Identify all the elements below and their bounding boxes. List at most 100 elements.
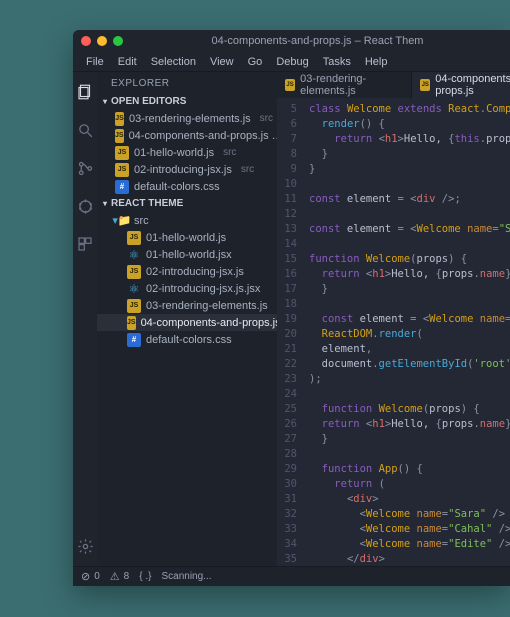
- menu-edit[interactable]: Edit: [111, 54, 144, 70]
- code-body[interactable]: class Welcome extends React.Component { …: [303, 98, 510, 566]
- search-activity-icon[interactable]: [73, 118, 97, 142]
- explorer-activity-icon[interactable]: [73, 80, 97, 104]
- open-editor-item[interactable]: JS04-components-and-props.js …: [97, 127, 277, 144]
- code-line[interactable]: [309, 237, 510, 252]
- file-label: 01-hello-world.jsx: [146, 249, 232, 261]
- line-number: 26: [277, 417, 297, 432]
- menu-file[interactable]: File: [79, 54, 111, 70]
- line-number: 18: [277, 297, 297, 312]
- menu-debug[interactable]: Debug: [269, 54, 315, 70]
- file-item[interactable]: ⚛01-hello-world.jsx: [97, 246, 277, 263]
- code-line[interactable]: [309, 447, 510, 462]
- code-line[interactable]: function Welcome(props) {: [309, 252, 510, 267]
- error-count[interactable]: 0: [94, 571, 100, 582]
- code-line[interactable]: return <h1>Hello, {this.props.name}</h: [309, 132, 510, 147]
- code-line[interactable]: ReactDOM.render(: [309, 327, 510, 342]
- editor-tab[interactable]: JS04-components-and-props.js×: [412, 72, 510, 98]
- open-editors-label: OPEN EDITORS: [111, 96, 186, 107]
- code-line[interactable]: const element = <Welcome name="Sara" />;: [309, 312, 510, 327]
- file-label: default-colors.css: [134, 181, 220, 193]
- minimize-window-button[interactable]: [97, 36, 107, 46]
- settings-gear-icon[interactable]: [73, 534, 97, 558]
- code-line[interactable]: class Welcome extends React.Component {: [309, 102, 510, 117]
- error-icon[interactable]: ⊘: [81, 570, 90, 583]
- code-line[interactable]: return (: [309, 477, 510, 492]
- file-item[interactable]: JS 03-rendering-elements.js: [97, 297, 277, 314]
- code-line[interactable]: [309, 177, 510, 192]
- code-line[interactable]: function App() {: [309, 462, 510, 477]
- file-item[interactable]: JS 01-hello-world.js: [97, 229, 277, 246]
- code-line[interactable]: <Welcome name="Edite" />: [309, 537, 510, 552]
- close-window-button[interactable]: [81, 36, 91, 46]
- extensions-activity-icon[interactable]: [73, 232, 97, 256]
- file-item[interactable]: #default-colors.css: [97, 331, 277, 348]
- braces-indicator[interactable]: { .}: [139, 571, 151, 582]
- menu-go[interactable]: Go: [241, 54, 270, 70]
- activity-bar: [73, 72, 97, 566]
- jsx-file-icon: ⚛: [127, 282, 141, 296]
- debug-activity-icon[interactable]: [73, 194, 97, 218]
- maximize-window-button[interactable]: [113, 36, 123, 46]
- line-number: 7: [277, 132, 297, 147]
- line-number: 10: [277, 177, 297, 192]
- code-line[interactable]: }: [309, 432, 510, 447]
- warning-icon[interactable]: ⚠: [110, 570, 120, 583]
- line-number: 30: [277, 477, 297, 492]
- line-number: 23: [277, 372, 297, 387]
- menu-help[interactable]: Help: [358, 54, 395, 70]
- code-line[interactable]: render() {: [309, 117, 510, 132]
- file-label: 04-components-and-props.js: [141, 317, 277, 329]
- status-message: Scanning...: [161, 571, 211, 582]
- code-line[interactable]: }: [309, 282, 510, 297]
- menu-selection[interactable]: Selection: [144, 54, 203, 70]
- code-line[interactable]: const element = <div />;: [309, 192, 510, 207]
- code-line[interactable]: const element = <Welcome name="Sara" />;: [309, 222, 510, 237]
- code-line[interactable]: [309, 207, 510, 222]
- open-editor-item[interactable]: #default-colors.css: [97, 178, 277, 195]
- file-label: 01-hello-world.js: [146, 232, 226, 244]
- line-number-gutter: 5678910111213141516171819202122232425262…: [277, 98, 303, 566]
- code-line[interactable]: <Welcome name="Cahal" />: [309, 522, 510, 537]
- menu-view[interactable]: View: [203, 54, 241, 70]
- file-item[interactable]: ⚛02-introducing-jsx.js.jsx: [97, 280, 277, 297]
- code-line[interactable]: return <h1>Hello, {props.name}</h1>;: [309, 267, 510, 282]
- code-line[interactable]: }: [309, 147, 510, 162]
- line-number: 20: [277, 327, 297, 342]
- git-activity-icon[interactable]: [73, 156, 97, 180]
- line-number: 5: [277, 102, 297, 117]
- warning-count[interactable]: 8: [124, 571, 130, 582]
- line-number: 14: [277, 237, 297, 252]
- folder-src[interactable]: ▾📁 src: [97, 212, 277, 229]
- file-item[interactable]: JS02-introducing-jsx.js: [97, 263, 277, 280]
- project-label: REACT THEME: [111, 198, 183, 209]
- menu-tasks[interactable]: Tasks: [316, 54, 358, 70]
- code-line[interactable]: [309, 387, 510, 402]
- open-editor-item[interactable]: JS01-hello-world.jssrc: [97, 144, 277, 161]
- code-area[interactable]: 5678910111213141516171819202122232425262…: [277, 98, 510, 566]
- js-file-icon: JS: [115, 112, 124, 126]
- code-line[interactable]: document.getElementById('root'): [309, 357, 510, 372]
- line-number: 15: [277, 252, 297, 267]
- file-label: 03-rendering-elements.js: [146, 300, 268, 312]
- js-file-icon: JS: [127, 299, 141, 313]
- code-line[interactable]: <div>: [309, 492, 510, 507]
- js-file-icon: JS: [115, 163, 129, 177]
- js-file-icon: JS: [127, 231, 141, 245]
- code-line[interactable]: return <h1>Hello, {props.name}</h1>;: [309, 417, 510, 432]
- open-editor-item[interactable]: JS02-introducing-jsx.jssrc: [97, 161, 277, 178]
- project-section-header[interactable]: REACT THEME: [97, 195, 277, 212]
- editor-tabs: JS03-rendering-elements.jsJS04-component…: [277, 72, 510, 98]
- open-editor-item[interactable]: JS03-rendering-elements.jssrc: [97, 110, 277, 127]
- code-line[interactable]: function Welcome(props) {: [309, 402, 510, 417]
- code-line[interactable]: <Welcome name="Sara" />: [309, 507, 510, 522]
- code-line[interactable]: [309, 297, 510, 312]
- titlebar: 04-components-and-props.js – React Them: [73, 30, 510, 52]
- code-line[interactable]: }: [309, 162, 510, 177]
- file-item[interactable]: JS04-components-and-props.js: [97, 314, 277, 331]
- code-line[interactable]: element,: [309, 342, 510, 357]
- open-editors-section-header[interactable]: OPEN EDITORS: [97, 93, 277, 110]
- code-line[interactable]: );: [309, 372, 510, 387]
- code-line[interactable]: </div>: [309, 552, 510, 566]
- css-file-icon: #: [127, 333, 141, 347]
- editor-tab[interactable]: JS03-rendering-elements.js: [277, 72, 412, 98]
